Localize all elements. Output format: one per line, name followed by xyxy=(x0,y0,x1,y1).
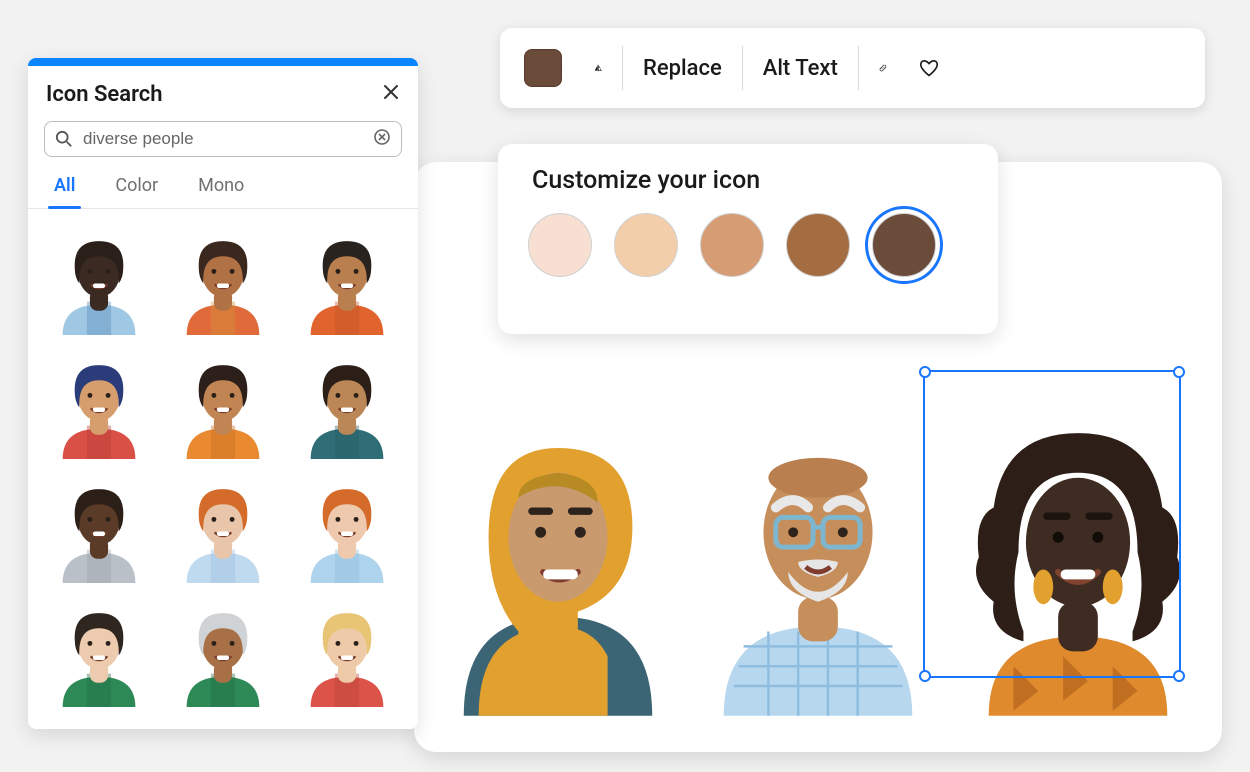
selection-handle-tl[interactable] xyxy=(919,366,931,378)
favorite-button[interactable] xyxy=(903,28,943,108)
selection-handle-tr[interactable] xyxy=(1173,366,1185,378)
color-swatch-button[interactable] xyxy=(520,28,578,108)
flip-button[interactable] xyxy=(578,28,618,108)
result-man-green-jacket-tie[interactable] xyxy=(46,601,152,707)
result-boy-curly-hair-grey[interactable] xyxy=(46,477,152,583)
man-curly-hair-teal-icon xyxy=(294,353,400,459)
man-blue-hair-red-hoodie-icon xyxy=(46,353,152,459)
separator-icon xyxy=(742,46,743,90)
girl-redhead-overalls-icon xyxy=(294,477,400,583)
woman-long-hair-orange-icon xyxy=(170,353,276,459)
result-man-bald-bearded-orange[interactable] xyxy=(294,229,400,335)
selection-handle-bl[interactable] xyxy=(919,670,931,682)
search-box[interactable] xyxy=(44,121,402,157)
link-button[interactable] xyxy=(863,28,903,108)
avatar-hijab-woman-icon xyxy=(434,412,682,722)
search-input[interactable] xyxy=(81,128,365,150)
alt-text-button[interactable]: Alt Text xyxy=(747,28,854,108)
result-man-redhead-blue-shirt[interactable] xyxy=(170,477,276,583)
result-woman-with-hijab-blue[interactable] xyxy=(46,229,152,335)
flip-horizontal-icon xyxy=(594,53,602,83)
result-woman-braided-orange[interactable] xyxy=(170,229,276,335)
man-green-jacket-tie-icon xyxy=(46,601,152,707)
boy-curly-hair-grey-icon xyxy=(46,477,152,583)
heart-icon xyxy=(919,53,939,83)
skin-tone-swatch-1[interactable] xyxy=(528,213,592,277)
popover-title: Customize your icon xyxy=(532,166,968,195)
skin-tone-swatch-3[interactable] xyxy=(700,213,764,277)
clear-search-button[interactable] xyxy=(373,128,391,150)
link-icon xyxy=(879,52,887,84)
color-swatch-icon xyxy=(524,49,562,87)
woman-braided-orange-icon xyxy=(170,229,276,335)
clear-icon xyxy=(373,128,391,146)
canvas-avatar-2[interactable] xyxy=(694,412,942,722)
skin-tone-swatch-4[interactable] xyxy=(786,213,850,277)
skin-tone-swatch-5[interactable] xyxy=(872,213,936,277)
result-girl-redhead-overalls[interactable] xyxy=(294,477,400,583)
avatar-elderly-man-icon xyxy=(694,412,942,722)
canvas-avatar-1[interactable] xyxy=(434,412,682,722)
woman-with-hijab-blue-icon xyxy=(46,229,152,335)
selection-handle-br[interactable] xyxy=(1173,670,1185,682)
icon-search-panel: Icon Search All Color Mono xyxy=(28,58,418,729)
man-bald-bearded-orange-icon xyxy=(294,229,400,335)
woman-blonde-red-hoodie-icon xyxy=(294,601,400,707)
tab-color[interactable]: Color xyxy=(111,167,162,208)
man-redhead-blue-shirt-icon xyxy=(170,477,276,583)
context-toolbar: Replace Alt Text xyxy=(500,28,1205,108)
elder-grey-beard-green-icon xyxy=(170,601,276,707)
selection-box[interactable] xyxy=(923,370,1181,678)
search-icon xyxy=(55,130,73,148)
close-icon xyxy=(382,83,400,101)
results-grid xyxy=(28,209,418,729)
separator-icon xyxy=(858,46,859,90)
result-woman-blonde-red-hoodie[interactable] xyxy=(294,601,400,707)
panel-title: Icon Search xyxy=(46,82,163,107)
result-woman-long-hair-orange[interactable] xyxy=(170,353,276,459)
tab-mono[interactable]: Mono xyxy=(194,167,248,208)
skin-tone-swatch-2[interactable] xyxy=(614,213,678,277)
panel-accent-bar xyxy=(28,58,418,66)
replace-button[interactable]: Replace xyxy=(627,28,738,108)
customize-icon-popover: Customize your icon xyxy=(498,144,998,334)
separator-icon xyxy=(622,46,623,90)
result-elder-grey-beard-green[interactable] xyxy=(170,601,276,707)
close-button[interactable] xyxy=(382,83,400,106)
filter-tabs: All Color Mono xyxy=(28,167,418,209)
tab-all[interactable]: All xyxy=(50,167,79,208)
result-man-blue-hair-red-hoodie[interactable] xyxy=(46,353,152,459)
result-man-curly-hair-teal[interactable] xyxy=(294,353,400,459)
skin-tone-swatches xyxy=(528,213,968,277)
